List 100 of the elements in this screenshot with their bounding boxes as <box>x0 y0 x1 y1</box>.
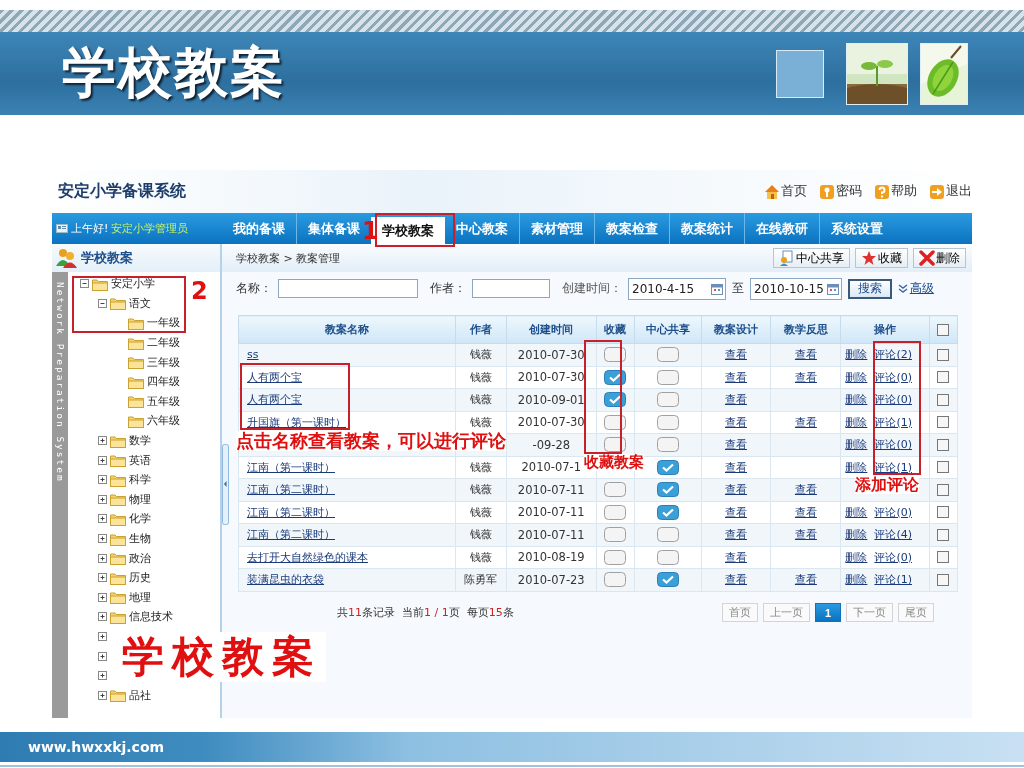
checkbox[interactable] <box>937 393 950 406</box>
view-link[interactable]: 查看 <box>794 370 817 384</box>
collapse-icon[interactable] <box>98 298 107 308</box>
expand-icon[interactable] <box>98 573 107 583</box>
tree-item[interactable]: 地理 <box>129 589 151 605</box>
expand-icon[interactable] <box>98 612 107 622</box>
unchecked-toggle[interactable] <box>604 504 627 520</box>
checked-toggle[interactable] <box>656 572 679 588</box>
unchecked-toggle[interactable] <box>604 347 627 363</box>
unchecked-toggle[interactable] <box>604 482 627 498</box>
tree-item[interactable]: 四年级 <box>147 374 180 390</box>
tree-item[interactable]: 化学 <box>129 511 151 527</box>
expand-icon[interactable] <box>98 671 107 681</box>
checked-toggle[interactable] <box>604 392 627 408</box>
view-link[interactable]: 查看 <box>794 528 817 542</box>
expand-icon[interactable] <box>98 632 107 641</box>
tree-item[interactable]: 三年级 <box>147 354 180 370</box>
tree-item[interactable]: 品社 <box>129 687 151 703</box>
tree-item[interactable]: 政治 <box>129 550 151 566</box>
tree-item[interactable]: 生物 <box>129 531 151 546</box>
expand-icon[interactable] <box>98 436 107 446</box>
delete-link[interactable]: 删除 <box>845 369 868 385</box>
expand-icon[interactable] <box>98 651 107 661</box>
unchecked-toggle[interactable] <box>604 572 627 588</box>
checkbox[interactable] <box>937 323 950 336</box>
unchecked-toggle[interactable] <box>656 437 679 453</box>
expand-icon[interactable] <box>98 514 107 524</box>
tree-item[interactable]: 物理 <box>129 491 151 507</box>
top-link[interactable]: 帮助 <box>874 183 917 200</box>
view-link[interactable]: 查看 <box>725 393 747 407</box>
view-link[interactable]: 查看 <box>794 505 817 519</box>
pager-button[interactable]: 下一页 <box>846 603 893 622</box>
view-link[interactable]: 查看 <box>725 438 747 452</box>
view-link[interactable]: 查看 <box>794 415 817 429</box>
expand-icon[interactable] <box>98 475 107 485</box>
comment-link[interactable]: 评论(0) <box>874 437 912 453</box>
lesson-link[interactable]: 人有两个宝 <box>247 370 302 384</box>
nav-tab[interactable]: 我的备课 <box>222 213 296 244</box>
tree-item[interactable]: 语文 <box>129 295 151 311</box>
tree-item[interactable]: 安定小学 <box>111 276 155 292</box>
delete-link[interactable]: 删除 <box>845 572 868 588</box>
lesson-link[interactable]: 人有两个宝 <box>247 393 302 407</box>
delete-link[interactable]: 删除 <box>845 414 868 430</box>
tree-item[interactable]: 二年级 <box>147 335 180 351</box>
comment-link[interactable]: 评论(0) <box>874 369 912 385</box>
expand-icon[interactable] <box>98 534 107 543</box>
comment-link[interactable]: 评论(1) <box>874 459 912 475</box>
view-link[interactable]: 查看 <box>794 483 817 497</box>
lesson-link[interactable]: ss <box>247 348 259 362</box>
comment-link[interactable]: 评论(1) <box>874 414 912 430</box>
checked-toggle[interactable] <box>656 482 679 498</box>
collapse-icon[interactable] <box>80 279 89 289</box>
unchecked-toggle[interactable] <box>604 549 627 565</box>
delete-link[interactable]: 删除 <box>845 347 868 363</box>
delete-link[interactable]: 删除 <box>845 459 868 475</box>
pager-button[interactable]: 尾页 <box>898 603 934 622</box>
view-link[interactable]: 查看 <box>725 528 747 542</box>
expand-icon[interactable] <box>98 553 107 563</box>
top-link[interactable]: 退出 <box>929 183 972 200</box>
unchecked-toggle[interactable] <box>604 527 627 543</box>
checkbox[interactable] <box>937 461 950 474</box>
view-link[interactable]: 查看 <box>725 505 747 519</box>
pager-button[interactable]: 1 <box>814 603 841 622</box>
expand-icon[interactable] <box>98 494 107 504</box>
expand-icon[interactable] <box>98 690 107 700</box>
tree-item[interactable]: 五年级 <box>147 393 180 409</box>
view-link[interactable]: 查看 <box>725 348 747 362</box>
name-field[interactable] <box>278 279 418 298</box>
view-link[interactable]: 查看 <box>725 415 747 429</box>
unchecked-toggle[interactable] <box>656 549 679 565</box>
unchecked-toggle[interactable] <box>604 414 627 430</box>
tree-item[interactable]: 科学 <box>129 472 151 488</box>
delete-link[interactable]: 删除 <box>845 549 868 565</box>
comment-link[interactable]: 评论(2) <box>874 347 912 363</box>
tree-item[interactable]: 历史 <box>129 570 151 586</box>
advanced-link[interactable]: 高级 <box>897 281 934 296</box>
view-link[interactable]: 查看 <box>725 370 747 384</box>
checked-toggle[interactable] <box>656 459 679 475</box>
view-link[interactable]: 查看 <box>794 573 817 587</box>
view-link[interactable]: 查看 <box>725 460 747 474</box>
expand-icon[interactable] <box>98 592 107 602</box>
pager-button[interactable]: 首页 <box>721 603 758 622</box>
checked-toggle[interactable] <box>604 369 627 385</box>
toolbar-button[interactable]: 删除 <box>913 248 966 268</box>
comment-link[interactable]: 评论(0) <box>874 392 912 408</box>
delete-link[interactable]: 删除 <box>845 527 868 543</box>
toolbar-button[interactable]: 收藏 <box>855 248 908 268</box>
top-link[interactable]: 密码 <box>819 183 862 200</box>
unchecked-toggle[interactable] <box>656 347 679 363</box>
checkbox[interactable] <box>937 483 950 496</box>
unchecked-toggle[interactable] <box>656 414 679 430</box>
delete-link[interactable]: 删除 <box>845 504 868 520</box>
unchecked-toggle[interactable] <box>656 369 679 385</box>
tree-item[interactable]: 英语 <box>129 452 151 468</box>
view-link[interactable]: 查看 <box>725 573 747 587</box>
delete-link[interactable]: 删除 <box>845 437 868 453</box>
tree-item[interactable]: 一年级 <box>147 315 180 331</box>
toolbar-button[interactable]: 中心共享 <box>773 248 850 268</box>
comment-link[interactable]: 评论(1) <box>874 572 912 588</box>
view-link[interactable]: 查看 <box>725 550 747 564</box>
